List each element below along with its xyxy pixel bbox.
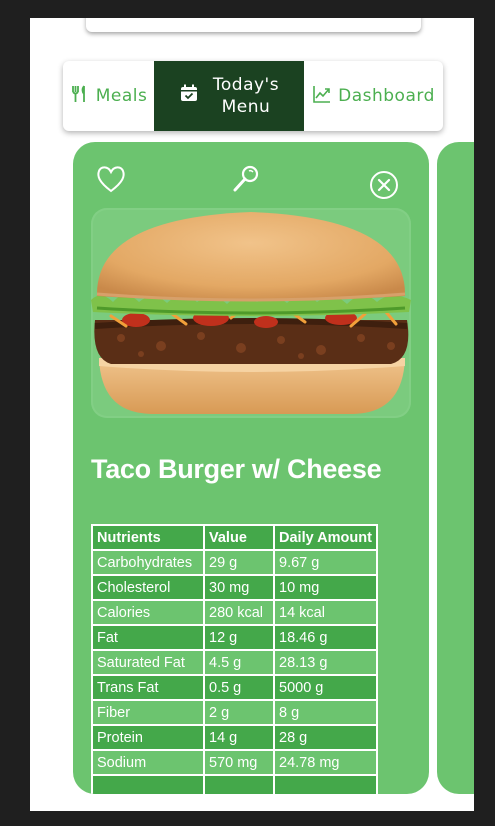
nutrient-name: Cholesterol <box>91 574 205 601</box>
app-frame: Meals Today's Menu Dashboard Taco Burger… <box>30 18 474 811</box>
trend-chart-icon <box>312 84 332 109</box>
table-row: Protein 14 g 28 g <box>91 724 378 751</box>
nutrient-name: Trans Fat <box>91 674 205 701</box>
table-row: Cholesterol 30 mg 10 mg <box>91 574 378 601</box>
column-header: Nutrients <box>91 524 205 551</box>
nutrient-daily: 8 g <box>273 699 378 726</box>
nutrient-value: 570 mg <box>203 749 275 776</box>
tab-todays-menu[interactable]: Today's Menu <box>154 61 304 131</box>
nutrient-name: Fat <box>91 624 205 651</box>
nutrient-value: 12 g <box>203 624 275 651</box>
nutrient-name: Saturated Fat <box>91 649 205 676</box>
nutrient-daily: 9.67 g <box>273 549 378 576</box>
meal-card: Taco Burger w/ Cheese Nutrients Value Da… <box>73 142 429 794</box>
table-row: Fiber 2 g8 g <box>91 699 378 726</box>
table-row: Saturated Fat 4.5 g 28.13 g <box>91 649 378 676</box>
search-icon[interactable] <box>231 164 261 198</box>
nutrient-name: Carbohydrates <box>91 549 205 576</box>
nutrient-daily: 5000 g <box>273 674 378 701</box>
nutrient-daily: 14 kcal <box>273 599 378 626</box>
tab-dashboard[interactable]: Dashboard <box>304 61 443 131</box>
nutrient-daily: 28 g <box>273 724 378 751</box>
tab-todays-menu-label: Today's Menu <box>212 75 280 117</box>
tab-dashboard-label: Dashboard <box>338 86 435 106</box>
table-row <box>91 774 378 794</box>
nutrition-table: Nutrients Value Daily Amount Carbohydrat… <box>91 524 378 794</box>
nutrient-value: 2 g <box>203 699 275 726</box>
tab-bar: Meals Today's Menu Dashboard <box>63 61 443 131</box>
table-row: Carbohydrates 29 g 9.67 g <box>91 549 378 576</box>
next-meal-card[interactable] <box>437 142 474 794</box>
nutrient-name: Protein <box>91 724 205 751</box>
meal-title: Taco Burger w/ Cheese <box>91 454 382 484</box>
tab-meals-label: Meals <box>95 86 148 106</box>
nutrient-daily: 18.46 g <box>273 624 378 651</box>
heart-icon[interactable] <box>95 164 127 198</box>
nutrient-value: 0.5 g <box>203 674 275 701</box>
column-header: Daily Amount <box>273 524 378 551</box>
table-row: Calories 280 kcal 14 kcal <box>91 599 378 626</box>
calendar-check-icon <box>179 83 199 109</box>
nutrient-value: 14 g <box>203 724 275 751</box>
nutrient-daily: 28.13 g <box>273 649 378 676</box>
nutrient-daily: 10 mg <box>273 574 378 601</box>
tab-meals[interactable]: Meals <box>63 61 154 131</box>
table-row: Fat 12 g 18.46 g <box>91 624 378 651</box>
column-header: Value <box>203 524 275 551</box>
top-card-edge <box>86 18 421 32</box>
table-header-row: Nutrients Value Daily Amount <box>91 524 378 551</box>
nutrient-name: Fiber <box>91 699 205 726</box>
close-circle-icon[interactable] <box>369 170 399 204</box>
table-row: Trans Fat 0.5 g 5000 g <box>91 674 378 701</box>
nutrient-value: 30 mg <box>203 574 275 601</box>
table-row: Sodium 570 mg 24.78 mg <box>91 749 378 776</box>
nutrient-daily: 24.78 mg <box>273 749 378 776</box>
nutrient-name: Sodium <box>91 749 205 776</box>
nutrient-value: 280 kcal <box>203 599 275 626</box>
nutrient-name: Calories <box>91 599 205 626</box>
meal-image <box>91 208 411 418</box>
nutrient-value: 29 g <box>203 549 275 576</box>
utensils-icon <box>70 84 90 109</box>
nutrient-value: 4.5 g <box>203 649 275 676</box>
